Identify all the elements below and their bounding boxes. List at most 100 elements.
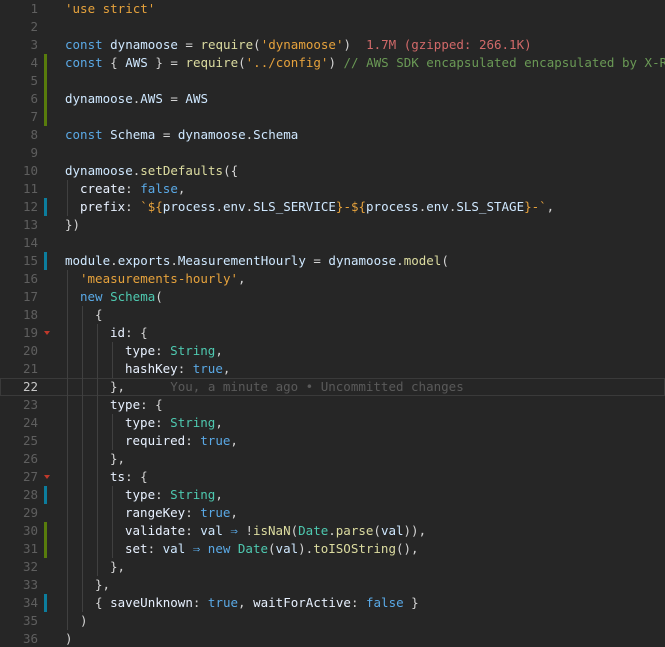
code-line[interactable]: 33}, [0, 576, 665, 594]
property-token: type [125, 487, 156, 502]
indent-guide [82, 342, 83, 360]
punctuation-token: ) [328, 55, 344, 70]
code-line[interactable]: 19 id: { [0, 324, 665, 342]
code-line[interactable]: 31 set: val ⇒ new Date(val).toISOString()… [0, 540, 665, 558]
identifier-token: AWS [185, 91, 208, 106]
code-line[interactable]: 34 { saveUnknown: true, waitForActive: fa… [0, 594, 665, 612]
code-line[interactable]: 17 new Schema( [0, 288, 665, 306]
git-added-marker[interactable] [44, 90, 47, 108]
string-token: 'use strict' [65, 1, 156, 16]
code-line[interactable]: 25 required: true, [0, 432, 665, 450]
punctuation-token: }) [65, 217, 81, 232]
git-added-marker[interactable] [44, 540, 47, 558]
git-added-marker[interactable] [44, 108, 47, 126]
line-number: 23 [22, 397, 38, 412]
punctuation-token: . [215, 199, 224, 214]
code-line[interactable]: 9 [0, 144, 665, 162]
fold-arrow-icon[interactable] [44, 331, 50, 335]
code-line[interactable]: 32}, [0, 558, 665, 576]
indent-guide [67, 612, 68, 630]
line-code: }, [95, 576, 110, 594]
code-line[interactable]: 23 type: { [0, 396, 665, 414]
punctuation-token: )), [403, 523, 427, 538]
punctuation-token: : [185, 505, 201, 520]
git-modified-marker[interactable] [44, 594, 47, 612]
identifier-token: val [200, 523, 223, 538]
indent-guide [97, 450, 98, 468]
punctuation-token: = [177, 37, 201, 52]
code-line[interactable]: 30 validate: val ⇒ !isNaN(Date.parse(val)… [0, 522, 665, 540]
git-modified-marker[interactable] [44, 198, 47, 216]
line-code: }) [65, 216, 80, 234]
code-line[interactable]: 10 dynamoose.setDefaults({ [0, 162, 665, 180]
code-line[interactable]: 24 type: String, [0, 414, 665, 432]
identifier-token: SLS_STAGE [456, 199, 525, 214]
code-line[interactable]: 3 const dynamoose = require('dynamoose') … [0, 36, 665, 54]
code-line[interactable]: 6 dynamoose.AWS = AWS [0, 90, 665, 108]
punctuation-token: . [170, 253, 178, 268]
code-line[interactable]: 21 hashKey: true, [0, 360, 665, 378]
git-modified-marker[interactable] [44, 252, 47, 270]
indent-guide [67, 360, 68, 378]
punctuation-token: : [155, 343, 171, 358]
indent-guide [67, 576, 68, 594]
punctuation-token: : [185, 433, 201, 448]
property-token: validate [125, 523, 186, 538]
indent-guide [67, 540, 68, 558]
git-added-marker[interactable] [44, 522, 47, 540]
indent-guide [82, 486, 83, 504]
code-editor[interactable]: 1'use strict' 2 3 const dynamoose = require… [0, 0, 665, 647]
punctuation-token: : { [140, 397, 163, 412]
keyword-token: const [65, 127, 111, 142]
code-line[interactable]: 2 [0, 18, 665, 36]
identifier-token: val [275, 541, 299, 556]
line-code: rangeKey: true, [125, 504, 238, 522]
code-line[interactable]: 36) [0, 630, 665, 647]
code-line[interactable]: 26}, [0, 450, 665, 468]
line-code: create: false, [80, 180, 185, 198]
punctuation-token: : [185, 523, 201, 538]
property-token: rangeKey [125, 505, 186, 520]
code-line[interactable]: 13}) [0, 216, 665, 234]
function-token: setDefaults [140, 163, 224, 178]
git-added-marker[interactable] [44, 72, 47, 90]
punctuation-token: ({ [223, 163, 239, 178]
code-line[interactable]: 5 [0, 72, 665, 90]
line-number: 18 [22, 307, 38, 322]
line-code: prefix: `${process.env.SLS_SERVICE}-${pr… [80, 198, 554, 216]
indent-guide [67, 594, 68, 612]
code-line[interactable]: 27 ts: { [0, 468, 665, 486]
punctuation-token: , [222, 361, 231, 376]
code-line[interactable]: 35) [0, 612, 665, 630]
code-line[interactable]: 8 const Schema = dynamoose.Schema [0, 126, 665, 144]
code-line[interactable]: 20 type: String, [0, 342, 665, 360]
punctuation-token: , [230, 433, 238, 448]
code-line[interactable]: 11 create: false, [0, 180, 665, 198]
code-line[interactable]: 15 module.exports.MeasurementHourly = dyn… [0, 252, 665, 270]
git-modified-marker[interactable] [44, 486, 47, 504]
line-number: 26 [22, 451, 38, 466]
identifier-token: Schema [110, 127, 156, 142]
line-number: 33 [22, 577, 38, 592]
punctuation-token: ( [268, 541, 276, 556]
code-line[interactable]: 28 type: String, [0, 486, 665, 504]
punctuation-token: (), [395, 541, 419, 556]
code-line[interactable]: 14 [0, 234, 665, 252]
git-added-marker[interactable] [44, 54, 47, 72]
boolean-token: true [200, 433, 231, 448]
indent-guide [82, 522, 83, 540]
code-line[interactable]: 4 const { AWS } = require('../config') //… [0, 54, 665, 72]
punctuation-token: { [110, 55, 126, 70]
code-line[interactable]: 12 prefix: `${process.env.SLS_SERVICE}-${… [0, 198, 665, 216]
git-blame-annotation: You, a minute ago • Uncommitted changes [125, 379, 464, 394]
code-line[interactable]: 7 [0, 108, 665, 126]
indent-guide [97, 396, 98, 414]
fold-arrow-icon[interactable] [44, 475, 50, 479]
code-line[interactable]: 18 { [0, 306, 665, 324]
punctuation-token: . [396, 253, 404, 268]
code-line[interactable]: 16 'measurements-hourly', [0, 270, 665, 288]
code-line[interactable]: 29 rangeKey: true, [0, 504, 665, 522]
code-line[interactable]: 1 'use strict' [0, 0, 665, 18]
current-line[interactable]: 22}, You, a minute ago • Uncommitted cha… [0, 378, 665, 396]
punctuation-token: } = [147, 55, 186, 70]
